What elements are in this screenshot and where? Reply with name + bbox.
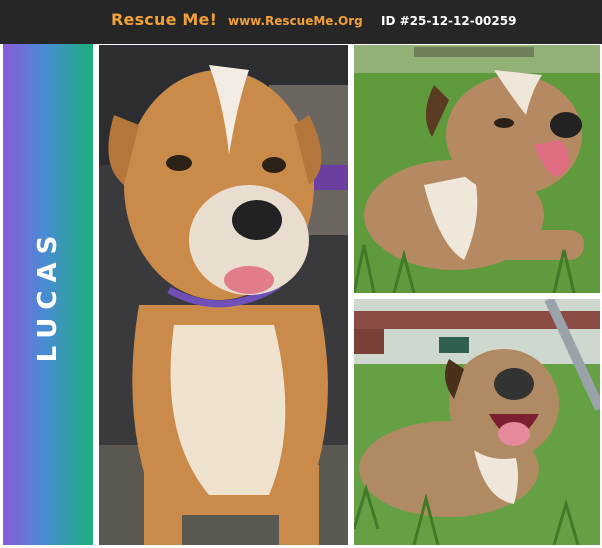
website-link[interactable]: www.RescueMe.Org: [228, 14, 363, 28]
pet-id: ID #25-12-12-00259: [381, 14, 517, 28]
dog-lying-grass-image: [354, 45, 600, 293]
main-dog-photo[interactable]: [99, 45, 348, 545]
dog-grass-photo-top[interactable]: [354, 45, 600, 293]
dog-in-car-image: [99, 45, 348, 545]
header-bar: Rescue Me! www.RescueMe.Org ID #25-12-12…: [0, 0, 602, 44]
photo-collage: LUCAS: [0, 44, 602, 548]
name-banner: LUCAS: [3, 44, 93, 545]
dog-grass-photo-bottom[interactable]: [354, 299, 600, 545]
rescue-me-logo[interactable]: Rescue Me!: [111, 10, 217, 29]
dog-yard-image: [354, 299, 600, 545]
pet-name: LUCAS: [33, 227, 63, 362]
